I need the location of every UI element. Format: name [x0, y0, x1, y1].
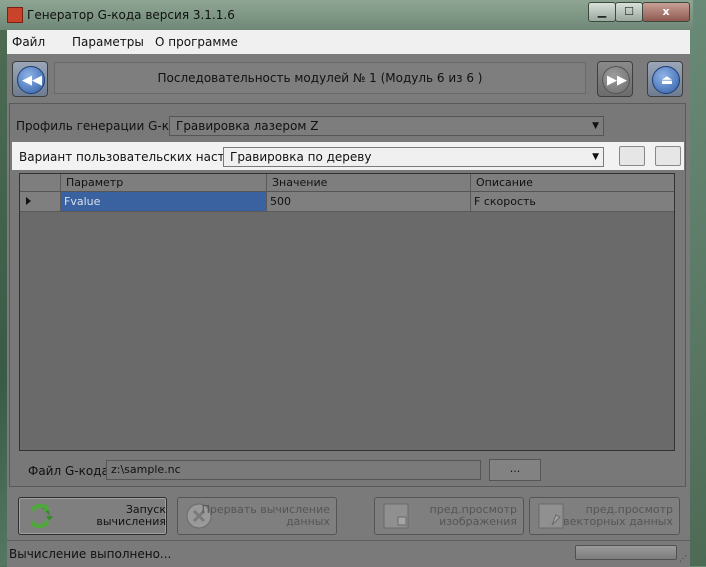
eject-icon: ⏏: [652, 66, 680, 94]
cell-description[interactable]: F скорость: [471, 192, 674, 212]
previous-module-button[interactable]: ◀◀: [12, 61, 48, 97]
rewind-icon: ◀◀: [17, 66, 45, 94]
profile-select[interactable]: Гравировка лазером Z ▼: [169, 116, 604, 136]
variant-action-button-1[interactable]: [619, 146, 645, 166]
menu-bar: Файл Параметры О программе: [7, 30, 690, 54]
cell-value[interactable]: 500: [267, 192, 471, 212]
preview-image-button[interactable]: пред.просмотр изображения: [374, 497, 524, 535]
profile-value: Гравировка лазером Z: [176, 119, 319, 133]
module-navigation: ◀◀ Последовательность модулей № 1 (Модул…: [7, 54, 690, 102]
minimize-button[interactable]: ▁: [588, 2, 616, 22]
menu-parameters[interactable]: Параметры: [72, 35, 144, 49]
status-bar: Вычисление выполнено... ⋰: [7, 540, 690, 567]
vector-preview-icon: [538, 503, 564, 529]
next-module-button[interactable]: ▶▶: [597, 61, 633, 97]
preview-vector-button[interactable]: пред.просмотр векторных данных: [529, 497, 680, 535]
column-header-value[interactable]: Значение: [267, 174, 471, 192]
progress-bar: [575, 545, 677, 560]
resize-grip-icon[interactable]: ⋰: [679, 554, 688, 563]
variant-action-button-2[interactable]: [655, 146, 681, 166]
progress-fill: [576, 546, 676, 559]
window-title: Генератор G-кода версия 3.1.1.6: [27, 8, 235, 22]
current-row-icon: [26, 197, 31, 205]
cell-parameter[interactable]: Fvalue: [61, 192, 267, 212]
chevron-down-icon: ▼: [592, 152, 599, 162]
close-button[interactable]: x: [642, 2, 690, 22]
maximize-button[interactable]: ☐: [615, 2, 643, 22]
client-area: Файл Параметры О программе ◀◀ Последоват…: [7, 30, 690, 567]
fast-forward-icon: ▶▶: [602, 66, 630, 94]
variant-select[interactable]: Гравировка по дереву ▼: [223, 147, 604, 167]
chevron-down-icon: ▼: [592, 121, 599, 131]
variant-row: Вариант пользовательских настроек: Грави…: [12, 142, 684, 170]
menu-file[interactable]: Файл: [12, 35, 45, 49]
column-header-parameter[interactable]: Параметр: [61, 174, 267, 192]
parameters-grid[interactable]: Параметр Значение Описание Fvalue 500 F …: [19, 173, 675, 451]
app-icon: [7, 7, 23, 23]
preview-vector-label: пред.просмотр векторных данных: [563, 503, 673, 528]
title-bar[interactable]: Генератор G-кода версия 3.1.1.6 ▁ ☐ x: [0, 0, 693, 30]
settings-panel: Профиль генерации G-кода: Гравировка лаз…: [9, 103, 686, 487]
run-calculation-label: Запуск вычисления: [96, 503, 166, 528]
column-header-description[interactable]: Описание: [471, 174, 674, 192]
run-calculation-button[interactable]: Запуск вычисления: [18, 497, 167, 535]
variant-value: Гравировка по дереву: [230, 150, 372, 164]
grid-corner: [20, 174, 61, 192]
module-sequence-label: Последовательность модулей № 1 (Модуль 6…: [54, 62, 586, 94]
gcode-file-field[interactable]: z:\sample.nc: [106, 460, 481, 480]
eject-button[interactable]: ⏏: [647, 61, 683, 97]
abort-calculation-label: Прервать вычисление данных: [201, 503, 330, 528]
preview-image-label: пред.просмотр изображения: [429, 503, 517, 528]
image-preview-icon: [383, 503, 409, 529]
menu-about[interactable]: О программе: [155, 35, 238, 49]
status-text: Вычисление выполнено...: [9, 547, 172, 561]
abort-calculation-button[interactable]: Прервать вычисление данных: [177, 497, 337, 535]
app-window: Генератор G-кода версия 3.1.1.6 ▁ ☐ x Фа…: [0, 0, 693, 567]
gcode-file-label: Файл G-кода:: [28, 464, 113, 478]
browse-button[interactable]: ...: [489, 459, 541, 481]
refresh-icon: [30, 503, 53, 529]
